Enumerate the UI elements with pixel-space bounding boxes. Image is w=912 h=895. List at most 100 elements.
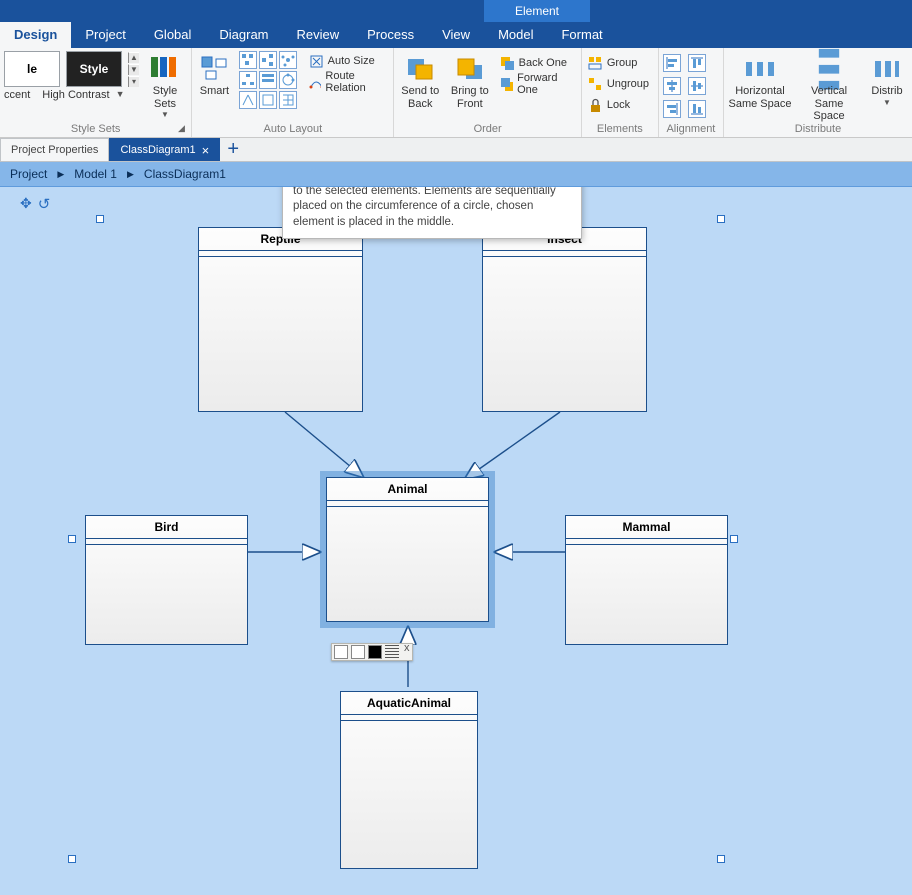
style-up-icon[interactable]: ▲ xyxy=(128,52,139,63)
vertical-same-space-button[interactable]: Vertical Same Space xyxy=(798,51,860,123)
distribute-icon xyxy=(871,55,903,83)
document-tabs: Project Properties ClassDiagram1 × + xyxy=(0,138,912,162)
ungroup-icon xyxy=(588,77,603,92)
align-top-button[interactable] xyxy=(688,54,706,72)
route-relation-button[interactable]: Route Relation xyxy=(307,72,390,92)
smart-icon xyxy=(198,55,230,83)
hspace-icon xyxy=(744,55,776,83)
ribbon: le Style ▲ ▼ ▾ ccent High Contrast ▼ xyxy=(0,48,912,138)
ungroup-button[interactable]: Ungroup xyxy=(586,74,651,94)
fill-white-button[interactable] xyxy=(334,645,348,659)
selection-handle[interactable] xyxy=(68,535,76,543)
class-title: Animal xyxy=(327,478,488,501)
layout-grid xyxy=(239,51,297,109)
align-left-button[interactable] xyxy=(663,54,681,72)
selection-handle[interactable] xyxy=(68,855,76,863)
tab-review[interactable]: Review xyxy=(283,22,354,48)
align-right-button[interactable] xyxy=(663,100,681,118)
back-one-button[interactable]: Back One xyxy=(498,53,577,73)
crumb-classdiagram1[interactable]: ClassDiagram1 xyxy=(144,167,226,181)
layout-opt-1[interactable] xyxy=(239,51,257,69)
reset-view-icon[interactable]: ↺ xyxy=(38,195,51,213)
pan-icon[interactable]: ✥ xyxy=(20,195,32,213)
layout-opt-3[interactable] xyxy=(279,51,297,69)
context-tab-element[interactable]: Element xyxy=(484,0,590,22)
class-insect[interactable]: Insect xyxy=(482,227,647,412)
close-tab-icon[interactable]: × xyxy=(202,139,210,162)
text-format-button[interactable] xyxy=(385,645,399,659)
tab-process[interactable]: Process xyxy=(353,22,428,48)
class-mammal[interactable]: Mammal xyxy=(565,515,728,645)
tab-view[interactable]: View xyxy=(428,22,484,48)
group-icon xyxy=(588,56,603,71)
forward-one-button[interactable]: Forward One xyxy=(498,74,577,94)
layout-opt-7[interactable] xyxy=(239,91,257,109)
close-mini-toolbar-icon[interactable]: x xyxy=(404,642,410,654)
tab-format[interactable]: Format xyxy=(547,22,616,48)
selection-handle[interactable] xyxy=(730,535,738,543)
add-tab-button[interactable]: + xyxy=(223,141,243,161)
route-icon xyxy=(309,75,322,90)
selection-handle[interactable] xyxy=(717,215,725,223)
ribbon-tabs: Design Project Global Diagram Review Pro… xyxy=(0,22,912,48)
dialog-launcher-icon[interactable]: ◢ xyxy=(178,123,185,134)
group-button[interactable]: Group xyxy=(586,53,651,73)
crumb-model1[interactable]: Model 1 xyxy=(74,167,117,181)
fill-none-button[interactable] xyxy=(351,645,365,659)
crumb-project[interactable]: Project xyxy=(10,167,47,181)
diagram-canvas[interactable]: ✥ ↺ Reptile Insect Bird Animal Mammal Aq… xyxy=(0,187,912,895)
send-to-back-button[interactable]: Send to Back xyxy=(398,51,442,110)
style-label-accent: ccent xyxy=(4,89,30,101)
forwardone-icon xyxy=(500,77,513,92)
class-animal[interactable]: Animal xyxy=(326,477,489,622)
class-title: Mammal xyxy=(566,516,727,539)
style-more-icon[interactable]: ▾ xyxy=(128,76,139,87)
group-label-elements: Elements xyxy=(586,123,654,137)
chevron-down-icon[interactable]: ▼ xyxy=(116,89,125,101)
style-down-icon[interactable]: ▼ xyxy=(128,64,139,75)
tab-project[interactable]: Project xyxy=(71,22,139,48)
tab-model[interactable]: Model xyxy=(484,22,547,48)
auto-size-button[interactable]: Auto Size xyxy=(307,51,390,71)
breadcrumb: Project▶ Model 1▶ ClassDiagram1 xyxy=(0,162,912,187)
class-aquaticanimal[interactable]: AquaticAnimal xyxy=(340,691,478,869)
tooltip-body: Applies the radial layout with an elemen… xyxy=(293,187,571,230)
group-label-distribute: Distribute xyxy=(728,123,908,137)
style-sets-button[interactable]: Style Sets ▼ xyxy=(145,51,185,119)
group-label-autolayout: Auto Layout xyxy=(196,123,389,137)
tab-design[interactable]: Design xyxy=(0,22,71,48)
markers-icon xyxy=(149,55,181,83)
layout-opt-4[interactable] xyxy=(239,71,257,89)
class-title: Bird xyxy=(86,516,247,539)
bring-to-front-button[interactable]: Bring to Front xyxy=(448,51,492,110)
align-center-h-button[interactable] xyxy=(663,77,681,95)
layout-opt-6[interactable] xyxy=(279,71,297,89)
format-mini-toolbar[interactable]: x xyxy=(331,643,413,661)
horizontal-same-space-button[interactable]: Horizontal Same Space xyxy=(728,51,792,110)
layout-opt-8[interactable] xyxy=(259,91,277,109)
layout-opt-9[interactable] xyxy=(279,91,297,109)
style-swatch-dark[interactable]: Style xyxy=(66,51,122,87)
align-center-v-button[interactable] xyxy=(688,77,706,95)
tab-global[interactable]: Global xyxy=(140,22,206,48)
lock-icon xyxy=(588,98,603,113)
distribute-button[interactable]: Distrib▼ xyxy=(866,51,908,107)
sendback-icon xyxy=(404,55,436,83)
tab-diagram[interactable]: Diagram xyxy=(205,22,282,48)
layout-opt-5[interactable] xyxy=(259,71,277,89)
pan-tools: ✥ ↺ xyxy=(20,195,50,213)
tab-classdiagram1[interactable]: ClassDiagram1 × xyxy=(109,138,220,161)
class-bird[interactable]: Bird xyxy=(85,515,248,645)
group-label-stylesets: Style Sets xyxy=(4,123,187,137)
tab-project-properties[interactable]: Project Properties xyxy=(0,138,109,161)
style-swatch-light[interactable]: le xyxy=(4,51,60,87)
class-title: AquaticAnimal xyxy=(341,692,477,715)
align-bottom-button[interactable] xyxy=(688,100,706,118)
class-reptile[interactable]: Reptile xyxy=(198,227,363,412)
selection-handle[interactable] xyxy=(96,215,104,223)
smart-layout-button[interactable]: Smart xyxy=(196,51,232,98)
selection-handle[interactable] xyxy=(717,855,725,863)
fill-black-button[interactable] xyxy=(368,645,382,659)
lock-button[interactable]: Lock xyxy=(586,95,651,115)
layout-opt-2[interactable] xyxy=(259,51,277,69)
